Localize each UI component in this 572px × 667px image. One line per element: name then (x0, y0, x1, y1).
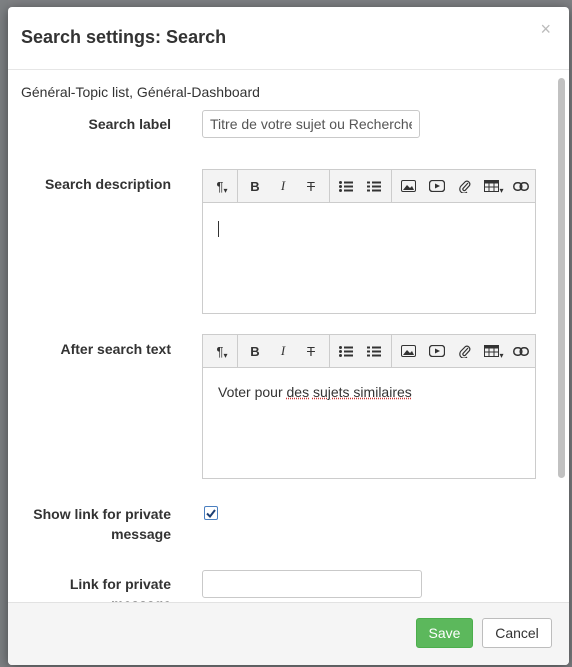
bold-icon[interactable]: B (245, 170, 265, 202)
after-search-text-editor: ¶ ▾ B I T ▾ Voter pour des sujets simila… (202, 334, 536, 479)
after-search-text-content: Voter pour des sujets similaires (218, 384, 412, 400)
paragraph-icon[interactable]: ¶ ▾ (211, 335, 233, 367)
link-icon[interactable] (511, 335, 531, 367)
show-link-private-label: Show link for private message (33, 506, 171, 542)
bullet-list-icon[interactable] (336, 170, 356, 202)
search-label-label: Search label (88, 116, 172, 132)
modal-title: Search settings: Search (21, 27, 227, 47)
search-label-input[interactable] (202, 110, 420, 138)
table-icon[interactable]: ▾ (482, 335, 506, 367)
modal-body: Général-Topic list, Général-Dashboard Se… (8, 70, 557, 602)
toolbar-separator (391, 170, 392, 202)
video-icon[interactable] (427, 170, 447, 202)
image-icon[interactable] (398, 335, 418, 367)
bullet-list-icon[interactable] (336, 335, 356, 367)
toolbar-separator (329, 335, 330, 367)
checkmark-icon (206, 508, 216, 518)
search-description-label: Search description (44, 176, 171, 192)
after-search-text-label: After search text (60, 341, 172, 357)
background-page (0, 0, 8, 667)
editor-toolbar: ¶ ▾ B I T ▾ (203, 170, 535, 203)
video-icon[interactable] (427, 335, 447, 367)
toolbar-separator (391, 335, 392, 367)
after-search-text-textarea[interactable]: Voter pour des sujets similaires (203, 368, 535, 478)
toolbar-separator (237, 170, 238, 202)
show-link-private-checkbox[interactable] (204, 506, 218, 520)
modal-header: Search settings: Search × (8, 7, 569, 70)
toolbar-separator (237, 335, 238, 367)
search-description-textarea[interactable] (203, 203, 535, 313)
editor-toolbar: ¶ ▾ B I T ▾ (203, 335, 535, 368)
italic-icon[interactable]: I (273, 335, 293, 367)
close-icon[interactable]: × (540, 20, 551, 38)
numbered-list-icon[interactable] (364, 170, 384, 202)
table-icon[interactable]: ▾ (482, 170, 506, 202)
bold-icon[interactable]: B (245, 335, 265, 367)
search-settings-modal: Search settings: Search × Général-Topic … (8, 7, 569, 665)
context-subtitle: Général-Topic list, Général-Dashboard (21, 84, 260, 100)
save-button[interactable]: Save (416, 618, 473, 648)
text-cursor (218, 221, 219, 237)
link-private-input[interactable] (202, 570, 422, 598)
link-private-label: Link for private message (69, 576, 171, 602)
search-description-editor: ¶ ▾ B I T ▾ (202, 169, 536, 314)
numbered-list-icon[interactable] (364, 335, 384, 367)
link-icon[interactable] (511, 170, 531, 202)
paragraph-icon[interactable]: ¶ ▾ (211, 170, 233, 202)
modal-footer: Save Cancel (8, 602, 569, 665)
modal-scrollbar[interactable] (558, 70, 565, 602)
cancel-button[interactable]: Cancel (482, 618, 552, 648)
scrollbar-thumb[interactable] (558, 78, 565, 478)
attachment-icon[interactable] (455, 170, 475, 202)
strikethrough-icon[interactable]: T (301, 335, 321, 367)
strikethrough-icon[interactable]: T (301, 170, 321, 202)
image-icon[interactable] (398, 170, 418, 202)
attachment-icon[interactable] (455, 335, 475, 367)
toolbar-separator (329, 170, 330, 202)
italic-icon[interactable]: I (273, 170, 293, 202)
